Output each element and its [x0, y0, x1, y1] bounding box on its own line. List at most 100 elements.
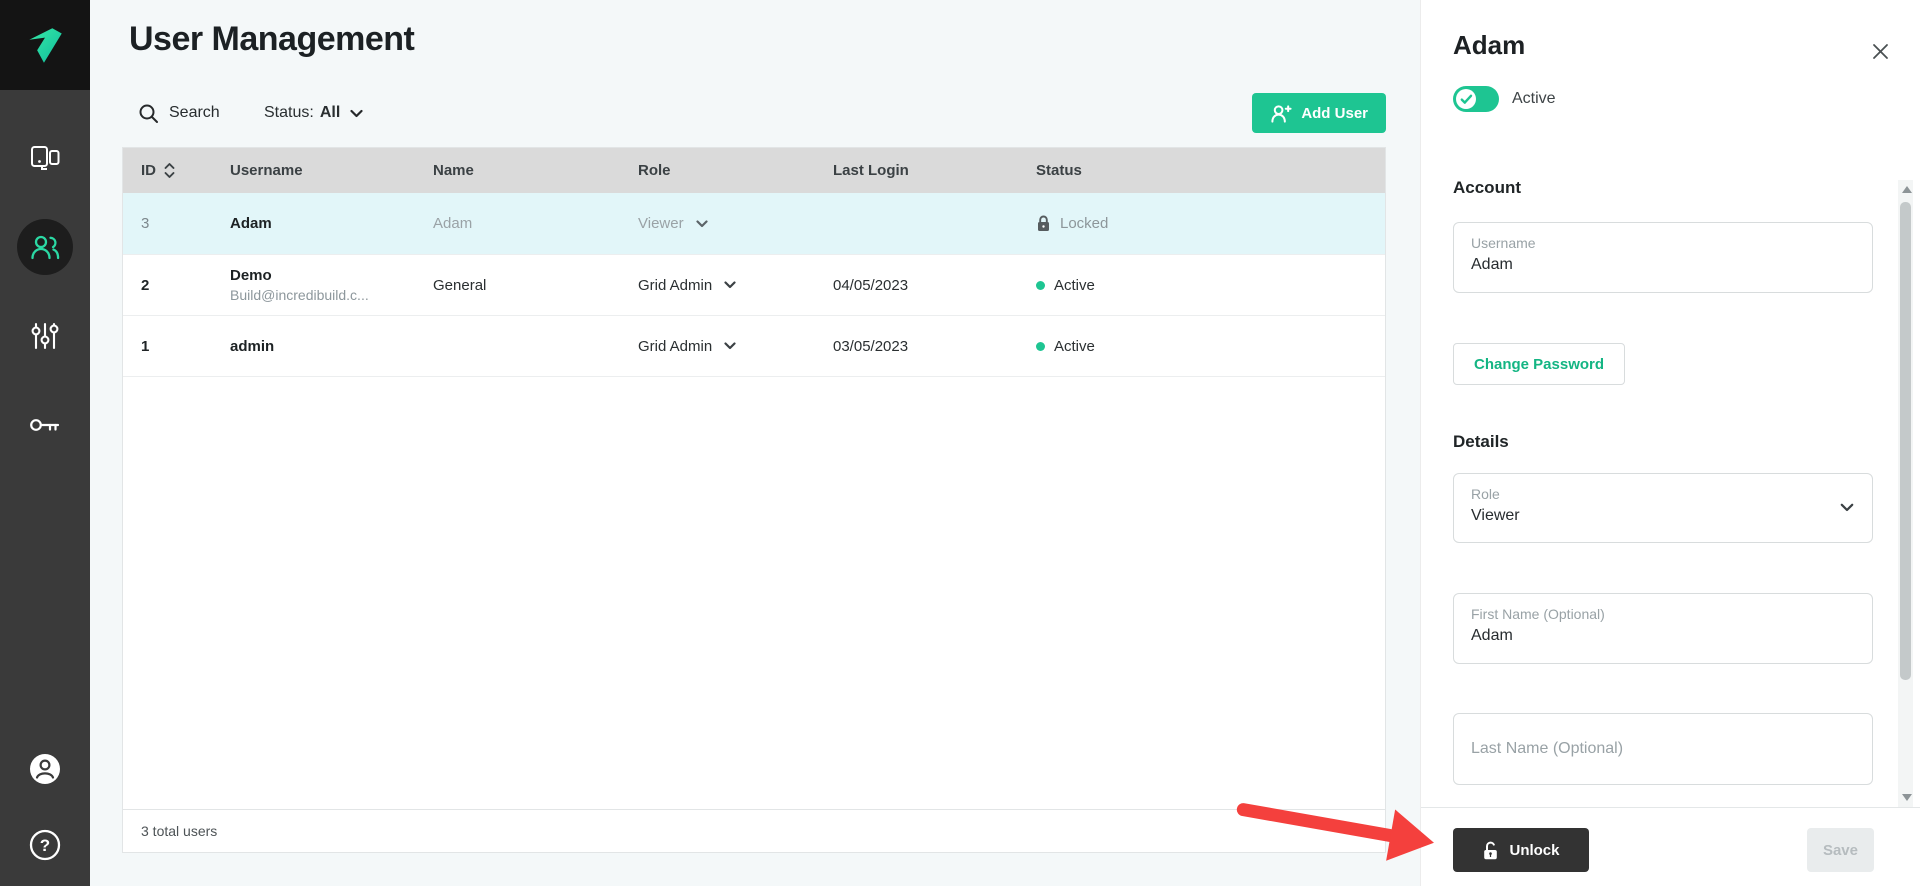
search-label: Search	[169, 104, 220, 122]
active-toggle-label: Active	[1512, 90, 1556, 108]
status-label: Active	[1054, 338, 1095, 355]
chevron-down-icon	[724, 281, 736, 289]
active-toggle-row: Active	[1453, 86, 1556, 112]
add-user-button[interactable]: Add User	[1252, 93, 1386, 133]
role-field-label: Role	[1471, 486, 1855, 502]
column-header-last-login[interactable]: Last Login	[833, 162, 1036, 179]
panel-footer-divider	[1421, 807, 1920, 808]
users-icon	[29, 231, 61, 263]
search-control[interactable]: Search	[138, 93, 220, 133]
last-name-field-placeholder: Last Name (Optional)	[1471, 740, 1623, 758]
add-user-icon	[1270, 103, 1292, 124]
role-value: Viewer	[638, 215, 684, 232]
lock-icon	[1036, 215, 1051, 232]
chevron-down-icon	[696, 220, 708, 228]
panel-scrollbar[interactable]	[1898, 180, 1913, 807]
license-key-icon	[28, 412, 62, 438]
app-logo[interactable]	[0, 0, 90, 90]
username-field-value: Adam	[1471, 256, 1855, 274]
column-header-role[interactable]: Role	[638, 162, 833, 179]
column-header-status[interactable]: Status	[1036, 162, 1385, 179]
page-title: User Management	[129, 20, 414, 59]
save-button[interactable]: Save	[1807, 828, 1874, 872]
first-name-field-label: First Name (Optional)	[1471, 606, 1855, 622]
account-avatar-icon	[28, 752, 62, 786]
total-users-count: 3 total users	[141, 823, 217, 839]
role-field-value: Viewer	[1471, 507, 1855, 525]
first-name-field[interactable]: First Name (Optional) Adam	[1453, 593, 1873, 664]
cell-last-login: 04/05/2023	[833, 277, 1036, 294]
table-row[interactable]: 1 admin Grid Admin 03/05/2023 Active	[123, 316, 1385, 377]
check-icon	[1460, 94, 1473, 105]
active-item-highlight	[17, 219, 73, 275]
role-dropdown[interactable]: Grid Admin	[638, 277, 833, 294]
status-label: Locked	[1060, 215, 1108, 232]
scrollbar-up-arrow-icon[interactable]	[1902, 186, 1912, 193]
active-status-dot	[1036, 342, 1045, 351]
sidebar-item-account[interactable]	[0, 752, 90, 786]
cell-id: 1	[123, 338, 230, 355]
add-user-label: Add User	[1301, 105, 1368, 122]
status-filter[interactable]: Status: All	[264, 93, 363, 133]
username-field-label: Username	[1471, 235, 1855, 251]
account-section-heading: Account	[1453, 178, 1521, 198]
chevron-down-icon	[724, 342, 736, 350]
sidebar-item-users[interactable]	[0, 219, 90, 275]
table-footer: 3 total users	[123, 809, 1385, 852]
scrollbar-down-arrow-icon[interactable]	[1902, 794, 1912, 801]
users-table: ID Username Name Role Last Login Status …	[122, 147, 1386, 853]
status-label: Active	[1054, 277, 1095, 294]
cell-id: 3	[123, 215, 230, 232]
close-panel-button[interactable]	[1869, 40, 1891, 62]
role-dropdown[interactable]: Viewer	[638, 215, 833, 232]
unlock-icon	[1482, 841, 1499, 860]
column-header-id-label: ID	[141, 162, 156, 179]
active-toggle[interactable]	[1453, 86, 1499, 112]
panel-title: Adam	[1453, 30, 1525, 61]
status-cell: Locked	[1036, 215, 1385, 232]
table-row[interactable]: 3 Adam Adam Viewer Locked	[123, 193, 1385, 255]
scrollbar-thumb[interactable]	[1900, 202, 1911, 680]
change-password-button[interactable]: Change Password	[1453, 343, 1625, 385]
toggle-knob	[1456, 89, 1476, 109]
last-name-field[interactable]: Last Name (Optional)	[1453, 713, 1873, 785]
cell-last-login: 03/05/2023	[833, 338, 1036, 355]
cell-id: 2	[123, 277, 230, 294]
sort-icon[interactable]	[164, 162, 175, 179]
status-filter-label: Status:	[264, 104, 314, 122]
search-icon	[138, 103, 159, 124]
first-name-field-value: Adam	[1471, 627, 1855, 645]
cell-username: admin	[230, 338, 274, 355]
column-header-id[interactable]: ID	[123, 162, 230, 179]
role-value: Grid Admin	[638, 338, 712, 355]
role-select-field[interactable]: Role Viewer	[1453, 473, 1873, 543]
unlock-button-label: Unlock	[1509, 842, 1559, 859]
table-row[interactable]: 2 Demo Build@incredibuild.c... General G…	[123, 255, 1385, 316]
details-section-heading: Details	[1453, 432, 1509, 452]
status-filter-value: All	[320, 104, 340, 122]
table-header-row: ID Username Name Role Last Login Status	[123, 148, 1385, 193]
active-status-dot	[1036, 281, 1045, 290]
sidebar-item-settings[interactable]	[0, 320, 90, 352]
cell-name: Adam	[433, 215, 638, 232]
help-icon: ?	[28, 828, 62, 862]
sidebar-item-help[interactable]: ?	[0, 828, 90, 862]
sidebar-item-agents[interactable]	[0, 142, 90, 174]
column-header-username[interactable]: Username	[230, 162, 433, 179]
cell-email: Build@incredibuild.c...	[230, 287, 433, 303]
build-agents-icon	[29, 142, 61, 174]
incredibuild-logo-icon	[22, 22, 68, 68]
sidebar-item-license[interactable]	[0, 412, 90, 438]
role-dropdown[interactable]: Grid Admin	[638, 338, 833, 355]
status-cell: Active	[1036, 277, 1385, 294]
help-glyph: ?	[40, 836, 50, 855]
column-header-name[interactable]: Name	[433, 162, 638, 179]
username-field[interactable]: Username Adam	[1453, 222, 1873, 293]
user-detail-panel: Adam Active Account Username Adam Change…	[1420, 0, 1920, 886]
status-cell: Active	[1036, 338, 1385, 355]
cell-username: Adam	[230, 215, 272, 232]
cell-name: General	[433, 277, 638, 294]
toolbar: Search Status: All Add User	[122, 93, 1386, 133]
unlock-button[interactable]: Unlock	[1453, 828, 1589, 872]
close-icon	[1872, 43, 1889, 60]
